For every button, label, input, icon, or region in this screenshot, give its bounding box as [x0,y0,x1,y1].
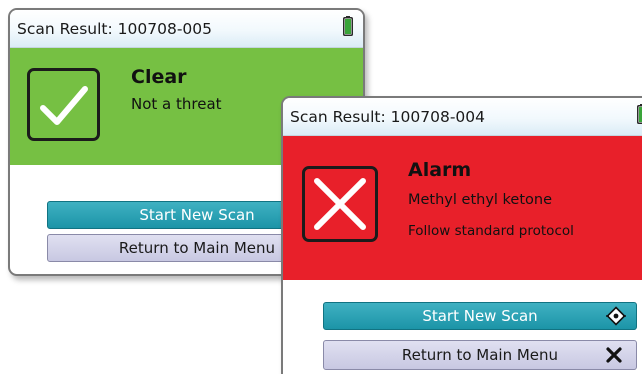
return-to-main-menu-label: Return to Main Menu [118,239,276,257]
start-new-scan-button[interactable]: Start New Scan [323,302,637,330]
return-to-main-menu-button[interactable]: Return to Main Menu [323,340,637,370]
close-x-icon [606,347,622,363]
battery-icon [343,16,353,36]
screen-title: Scan Result: 100708-004 [290,108,485,126]
status-heading: Clear [131,66,187,88]
protocol-instruction: Follow standard protocol [408,223,574,239]
battery-icon [637,104,642,124]
status-description: Not a threat [131,95,222,113]
x-mark-icon [302,166,378,242]
stage: Scan Result: 100708-005 Clear Not a thre… [0,0,642,374]
checkmark-icon [27,68,100,141]
status-panel-alarm: Alarm Methyl ethyl ketone Follow standar… [283,136,642,280]
screen-title: Scan Result: 100708-005 [17,20,212,38]
start-new-scan-label: Start New Scan [139,206,255,224]
title-bar: Scan Result: 100708-004 [283,98,642,136]
scan-result-alarm-screen: Scan Result: 100708-004 Alarm Methyl eth… [281,96,642,374]
title-bar: Scan Result: 100708-005 [10,10,363,48]
start-new-scan-label: Start New Scan [422,307,538,325]
target-diamond-icon [606,306,626,326]
detected-substance: Methyl ethyl ketone [408,192,553,208]
status-heading: Alarm [408,159,472,181]
return-to-main-menu-label: Return to Main Menu [401,346,559,364]
